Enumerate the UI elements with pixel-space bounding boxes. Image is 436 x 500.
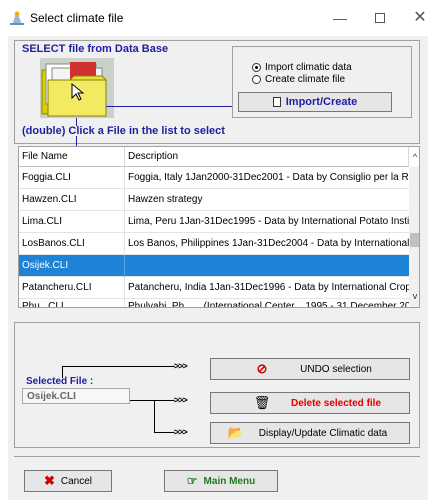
close-button[interactable]: ✕ (402, 6, 436, 30)
table-row[interactable]: Lima.CLI Lima, Peru 1Jan-31Dec1995 - Dat… (19, 211, 409, 233)
file-name-cell: Lima.CLI (19, 211, 125, 233)
description-cell: Patancheru, India 1Jan-31Dec1996 - Data … (128, 282, 409, 293)
main-menu-button[interactable]: ☞ Main Menu (164, 470, 278, 492)
file-name-cell: Hawzen.CLI (19, 189, 125, 211)
create-climate-radio[interactable]: Create climate file (252, 73, 345, 85)
scroll-down-icon[interactable]: v (409, 291, 419, 305)
file-name-cell: Osijek.CLI (19, 255, 125, 277)
selected-file-label: Selected File : (26, 376, 94, 387)
file-name-cell: Foggia.CLI (19, 167, 125, 189)
radio-label: Import climatic data (265, 61, 352, 73)
selected-file-field: Osijek.CLI (22, 388, 130, 404)
delete-file-button[interactable]: 🗑 Delete selected file (210, 392, 410, 414)
cancel-label: Cancel (60, 475, 93, 487)
connector-line (62, 366, 174, 367)
window-title: Select climate file (30, 11, 124, 25)
file-name-cell: Patancheru.CLI (19, 277, 125, 299)
select-title: SELECT file from Data Base (22, 43, 169, 55)
trash-icon: 🗑 (253, 395, 271, 410)
delete-label: Delete selected file (290, 397, 382, 409)
maximize-button[interactable] (362, 6, 398, 30)
pointing-hand-icon: ☞ (186, 474, 198, 488)
column-header-file-name[interactable]: File Name (19, 147, 125, 167)
maximize-icon (375, 13, 385, 23)
radio-label: Create climate file (265, 73, 346, 85)
footer-divider (14, 456, 420, 457)
description-cell (125, 255, 409, 277)
table-row[interactable]: Foggia.CLI Foggia, Italy 1Jan2000-31Dec2… (19, 167, 409, 189)
table-row[interactable]: Patancheru.CLI Patancheru, India 1Jan-31… (19, 277, 409, 299)
file-name-cell: Phu...CLI (19, 299, 125, 307)
vertical-scrollbar[interactable] (409, 167, 419, 307)
arrow-to-display: ->>> (172, 427, 188, 437)
main-menu-label: Main Menu (203, 475, 256, 487)
description-cell: Los Banos, Philippines 1Jan-31Dec2004 - … (128, 238, 409, 249)
import-create-button[interactable]: Import/Create (238, 92, 392, 112)
table-row-selected[interactable]: Osijek.CLI (19, 255, 409, 277)
table-row[interactable]: LosBanos.CLI Los Banos, Philippines 1Jan… (19, 233, 409, 255)
file-table: File Name Description ^ Foggia.CLI Foggi… (18, 146, 420, 308)
table-row[interactable]: Phu...CLI Phulvahi, Ph... ...(Internatio… (19, 299, 409, 308)
column-header-description[interactable]: Description (125, 147, 409, 167)
undo-selection-button[interactable]: ⊘ UNDO selection (210, 358, 410, 380)
arrow-to-undo: ->>> (172, 361, 188, 371)
undo-label: UNDO selection (300, 363, 372, 375)
display-update-button[interactable]: 📂 Display/Update Climatic data (210, 422, 410, 444)
radio-empty-icon (252, 74, 261, 84)
connector-line (106, 106, 238, 107)
description-cell: Phulvahi, Ph... ...(International Center… (128, 301, 409, 308)
import-create-label: Import/Create (285, 96, 358, 108)
cancel-button[interactable]: ✖ Cancel (24, 470, 112, 492)
minimize-button[interactable]: — (322, 6, 358, 30)
description-cell: Foggia, Italy 1Jan2000-31Dec2001 - Data … (128, 172, 409, 183)
connector-line (154, 400, 155, 432)
arrow-to-delete: ->>> (172, 395, 188, 405)
document-icon (272, 97, 281, 107)
description-cell: Hawzen strategy (128, 194, 203, 205)
app-icon (10, 11, 24, 25)
open-folder-icon: 📂 (227, 425, 245, 440)
table-row[interactable]: Hawzen.CLI Hawzen strategy (19, 189, 409, 211)
cancel-x-icon: ✖ (43, 473, 55, 488)
import-climatic-radio[interactable]: Import climatic data (252, 61, 352, 73)
scrollbar-thumb[interactable] (410, 233, 419, 247)
file-name-cell: LosBanos.CLI (19, 233, 125, 255)
connector-line (130, 400, 174, 401)
folder-files-icon (40, 58, 114, 118)
display-label: Display/Update Climatic data (258, 427, 388, 439)
description-cell: Lima, Peru 1Jan-31Dec1995 - Data by Inte… (128, 216, 409, 227)
no-entry-icon: ⊘ (256, 361, 268, 376)
connector-line (154, 432, 174, 433)
double-click-hint: (double) Click a File in the list to sel… (22, 125, 225, 137)
radio-selected-icon (252, 62, 261, 72)
scroll-up-icon[interactable]: ^ (409, 147, 419, 167)
